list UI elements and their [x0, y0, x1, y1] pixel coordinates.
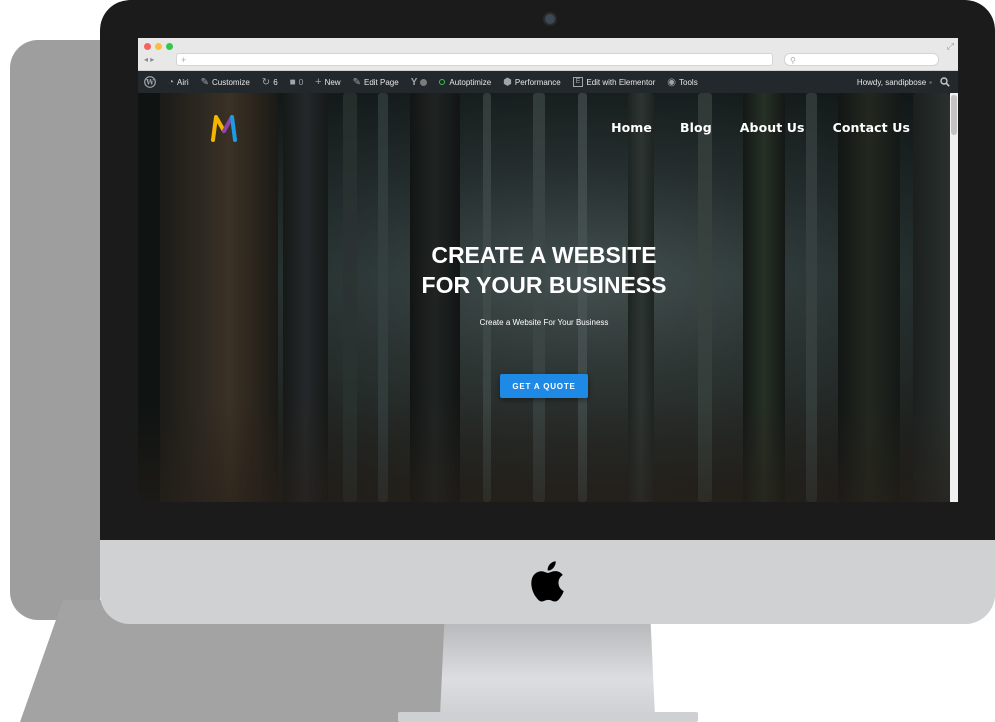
hero-section: Home Blog About Us Contact Us CREATE A W…	[138, 93, 950, 502]
elementor-icon: E	[572, 77, 584, 87]
tools-menu[interactable]: ◉ Tools	[661, 71, 703, 93]
admin-search-button[interactable]	[936, 71, 954, 93]
avatar: ▪	[929, 77, 932, 87]
dashboard-icon: ◔	[168, 76, 175, 88]
customize-label: Customize	[212, 77, 250, 87]
performance-menu[interactable]: ⬢ Performance	[497, 71, 567, 93]
forest-floor	[138, 403, 950, 502]
maximize-window-button[interactable]	[166, 43, 173, 50]
close-window-button[interactable]	[144, 43, 151, 50]
performance-label: Performance	[514, 77, 561, 87]
autoptimize-label: Autoptimize	[449, 77, 492, 87]
nav-blog[interactable]: Blog	[680, 120, 712, 135]
edit-page-link[interactable]: ✎ Edit Page	[347, 71, 405, 93]
my-account-menu[interactable]: Howdy, sandipbose ▪	[853, 71, 936, 93]
comments-link[interactable]: ■ 0	[284, 71, 310, 93]
svg-text:W: W	[145, 78, 154, 87]
autoptimize-status-icon	[439, 79, 446, 85]
howdy-label: Howdy, sandipbose	[856, 77, 927, 87]
address-bar[interactable]: +	[176, 53, 773, 66]
get-a-quote-button[interactable]: GET A QUOTE	[500, 374, 588, 398]
camera-icon	[543, 12, 557, 26]
comment-icon: ■	[289, 76, 296, 88]
comments-count: 0	[298, 77, 304, 87]
site-name-menu[interactable]: ◔ Airi	[162, 71, 195, 93]
device-shadow	[10, 40, 100, 620]
apple-logo-icon	[531, 561, 564, 602]
wordpress-icon: W	[144, 76, 156, 88]
performance-icon: ⬢	[503, 76, 512, 88]
updates-count: 6	[273, 77, 278, 87]
updates-icon: ↻	[261, 76, 271, 88]
browser-search-bar[interactable]: ⚲	[784, 53, 939, 66]
browser-chrome: ◂ ▸ + ⚲ ⤢	[138, 38, 958, 71]
edit-with-elementor-label: Edit with Elementor	[586, 77, 656, 87]
fullscreen-icon[interactable]: ⤢	[947, 41, 954, 52]
search-icon	[940, 77, 950, 87]
seo-status-icon	[420, 78, 428, 86]
site-logo[interactable]	[210, 113, 238, 143]
screen: ◂ ▸ + ⚲ ⤢ W ◔ Airi ✎ Customize ↻ 6 ■ 0 +…	[138, 38, 958, 502]
main-navigation: Home Blog About Us Contact Us	[611, 120, 910, 135]
scrollbar-thumb[interactable]	[951, 95, 957, 135]
autoptimize-menu[interactable]: Autoptimize	[433, 71, 497, 93]
updates-link[interactable]: ↻ 6	[256, 71, 284, 93]
customize-link[interactable]: ✎ Customize	[195, 71, 256, 93]
hero-title: CREATE A WEBSITE FOR YOUR BUSINESS	[138, 240, 950, 300]
imac-stand-foot	[398, 712, 698, 722]
wp-admin-bar: W ◔ Airi ✎ Customize ↻ 6 ■ 0 + New ✎ Edi…	[138, 71, 958, 93]
hero-title-line2: FOR YOUR BUSINESS	[421, 272, 667, 298]
yoast-seo-menu[interactable]: Y	[405, 71, 434, 93]
tools-icon: ◉	[667, 76, 677, 88]
hero-subtitle: Create a Website For Your Business	[479, 318, 609, 327]
edit-with-elementor-link[interactable]: E Edit with Elementor	[567, 71, 662, 93]
nav-home[interactable]: Home	[611, 120, 652, 135]
pencil-icon: ✎	[352, 76, 361, 88]
nav-about-us[interactable]: About Us	[740, 120, 805, 135]
browser-nav-arrows[interactable]: ◂ ▸	[144, 54, 172, 66]
plus-icon: +	[315, 76, 322, 88]
edit-page-label: Edit Page	[363, 77, 399, 87]
site-name-label: Airi	[177, 77, 189, 87]
brush-icon: ✎	[200, 76, 209, 88]
nav-contact-us[interactable]: Contact Us	[833, 120, 910, 135]
new-label: New	[324, 77, 341, 87]
page-scrollbar[interactable]	[950, 93, 958, 502]
imac-stand	[440, 624, 655, 716]
new-content-menu[interactable]: + New	[309, 71, 346, 93]
hero-title-line1: CREATE A WEBSITE	[431, 242, 657, 268]
wordpress-logo-button[interactable]: W	[138, 71, 162, 93]
tools-label: Tools	[679, 77, 698, 87]
admin-bar-secondary: Howdy, sandipbose ▪	[853, 71, 954, 93]
minimize-window-button[interactable]	[155, 43, 162, 50]
yoast-icon: Y	[410, 76, 418, 88]
